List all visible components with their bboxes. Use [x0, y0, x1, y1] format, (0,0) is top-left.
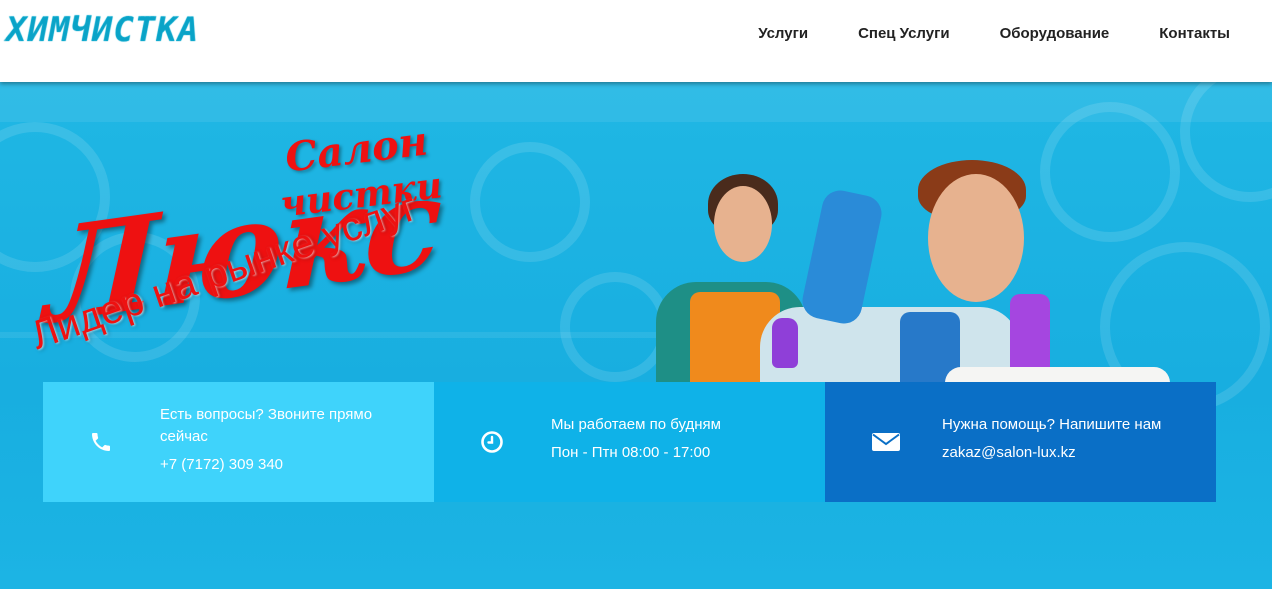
- man-face: [928, 174, 1024, 302]
- info-call-title: Есть вопросы? Звоните прямо сейчас: [160, 406, 373, 445]
- detergent-bottle: [772, 318, 798, 368]
- email-link[interactable]: zakaz@salon-lux.kz: [942, 442, 1202, 464]
- info-hours-detail: Пон - Птн 08:00 - 17:00: [551, 444, 711, 461]
- hero-banner: Салон чистки Люкс Лидер на рынке услуг: [0, 82, 1272, 589]
- info-email: Нужна помощь? Напишите нам zakaz@salon-l…: [825, 382, 1216, 502]
- info-hours: Мы работаем по будням Пон - Птн 08:00 - …: [434, 382, 825, 502]
- site-logo[interactable]: ХИМЧИСТКА: [6, 8, 216, 52]
- info-call-text: Есть вопросы? Звоните прямо сейчас +7 (7…: [160, 404, 410, 476]
- info-email-title: Нужна помощь? Напишите нам: [942, 416, 1162, 433]
- detergent-bottle: [1010, 294, 1050, 374]
- woman-face: [714, 186, 772, 262]
- main-nav: Услуги Спец Услуги Оборудование Контакты: [733, 24, 1230, 44]
- man-glove-ok: [799, 187, 885, 327]
- phone-icon: [92, 433, 110, 451]
- nav-item-equipment[interactable]: Оборудование: [975, 24, 1135, 44]
- bg-washer: [470, 142, 590, 262]
- clock-icon: [481, 431, 503, 453]
- phone-number-link[interactable]: +7 (7172) 309 340: [160, 454, 410, 476]
- info-hours-text: Мы работаем по будням Пон - Птн 08:00 - …: [551, 414, 811, 464]
- site-header: ХИМЧИСТКА Услуги Спец Услуги Оборудовани…: [0, 0, 1272, 82]
- bg-washer: [1040, 102, 1180, 242]
- nav-item-contacts[interactable]: Контакты: [1134, 24, 1230, 44]
- bg-washer: [560, 272, 670, 382]
- logo-text: ХИМЧИСТКА: [6, 10, 200, 50]
- nav-item-special-services[interactable]: Спец Услуги: [833, 24, 975, 44]
- info-email-text: Нужна помощь? Напишите нам zakaz@salon-l…: [942, 414, 1202, 464]
- nav-item-services[interactable]: Услуги: [733, 24, 833, 44]
- info-hours-title: Мы работаем по будням: [551, 416, 721, 433]
- envelope-icon: [872, 433, 900, 451]
- info-call: Есть вопросы? Звоните прямо сейчас +7 (7…: [43, 382, 434, 502]
- bg-washer: [1180, 82, 1272, 202]
